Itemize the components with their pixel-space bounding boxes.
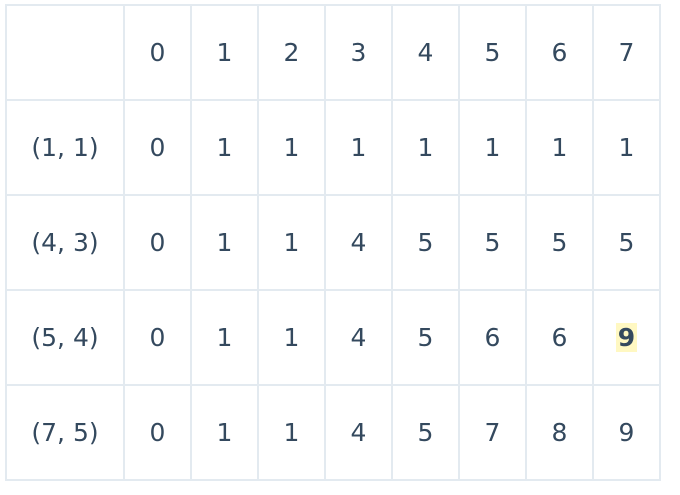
table-row: (1, 1) 0 1 1 1 1 1 1 1	[5, 99, 661, 196]
table-cell: 1	[257, 289, 326, 386]
column-header: 0	[123, 4, 192, 101]
header-row: 01234567	[5, 4, 661, 101]
table-cell: 5	[458, 194, 527, 291]
table-cell: 1	[257, 384, 326, 481]
column-header: 4	[391, 4, 460, 101]
table-row: (4, 3) 0 1 1 4 5 5 5 5	[5, 194, 661, 291]
column-header: 1	[190, 4, 259, 101]
table-cell: 9	[592, 384, 661, 481]
table-cell: 1	[190, 289, 259, 386]
column-header: 7	[592, 4, 661, 101]
table-cell: 5	[592, 194, 661, 291]
table-row: (5, 4) 0 1 1 4 5 6 6 9	[5, 289, 661, 386]
table-cell: 4	[324, 289, 393, 386]
table-cell: 1	[190, 194, 259, 291]
table-cell: 0	[123, 384, 192, 481]
table-cell: 1	[391, 99, 460, 196]
row-label: (7, 5)	[5, 384, 125, 481]
column-header: 5	[458, 4, 527, 101]
column-header: 3	[324, 4, 393, 101]
table-row: (7, 5) 0 1 1 4 5 7 8 9	[5, 384, 661, 481]
table-cell: 1	[190, 384, 259, 481]
table-cell: 4	[324, 384, 393, 481]
column-header: 6	[525, 4, 594, 101]
table-cell: 1	[257, 99, 326, 196]
table-cell: 5	[391, 289, 460, 386]
table-cell: 1	[324, 99, 393, 196]
table-cell: 0	[123, 99, 192, 196]
table-cell: 4	[324, 194, 393, 291]
row-label: (4, 3)	[5, 194, 125, 291]
row-label: (1, 1)	[5, 99, 125, 196]
table-cell: 1	[190, 99, 259, 196]
table-cell: 1	[592, 99, 661, 196]
corner-cell	[5, 4, 125, 101]
table-cell: 1	[458, 99, 527, 196]
table-cell: 0	[123, 194, 192, 291]
table-cell: 5	[391, 384, 460, 481]
dp-table: 01234567 (1, 1) 0 1 1 1 1 1 1 1 (4, 3) 0 1 1 4 5 5 5 5 (5,…	[5, 4, 661, 481]
table-cell: 6	[458, 289, 527, 386]
table-cell: 7	[458, 384, 527, 481]
table-cell: 8	[525, 384, 594, 481]
column-header: 2	[257, 4, 326, 101]
table-cell: 1	[525, 99, 594, 196]
table-cell: 6	[525, 289, 594, 386]
table-cell: 1	[257, 194, 326, 291]
table-cell: 5	[525, 194, 594, 291]
highlighted-value: 9	[615, 323, 638, 352]
row-label: (5, 4)	[5, 289, 125, 386]
table-cell: 0	[123, 289, 192, 386]
table-cell: 5	[391, 194, 460, 291]
table-cell: 9	[592, 289, 661, 386]
